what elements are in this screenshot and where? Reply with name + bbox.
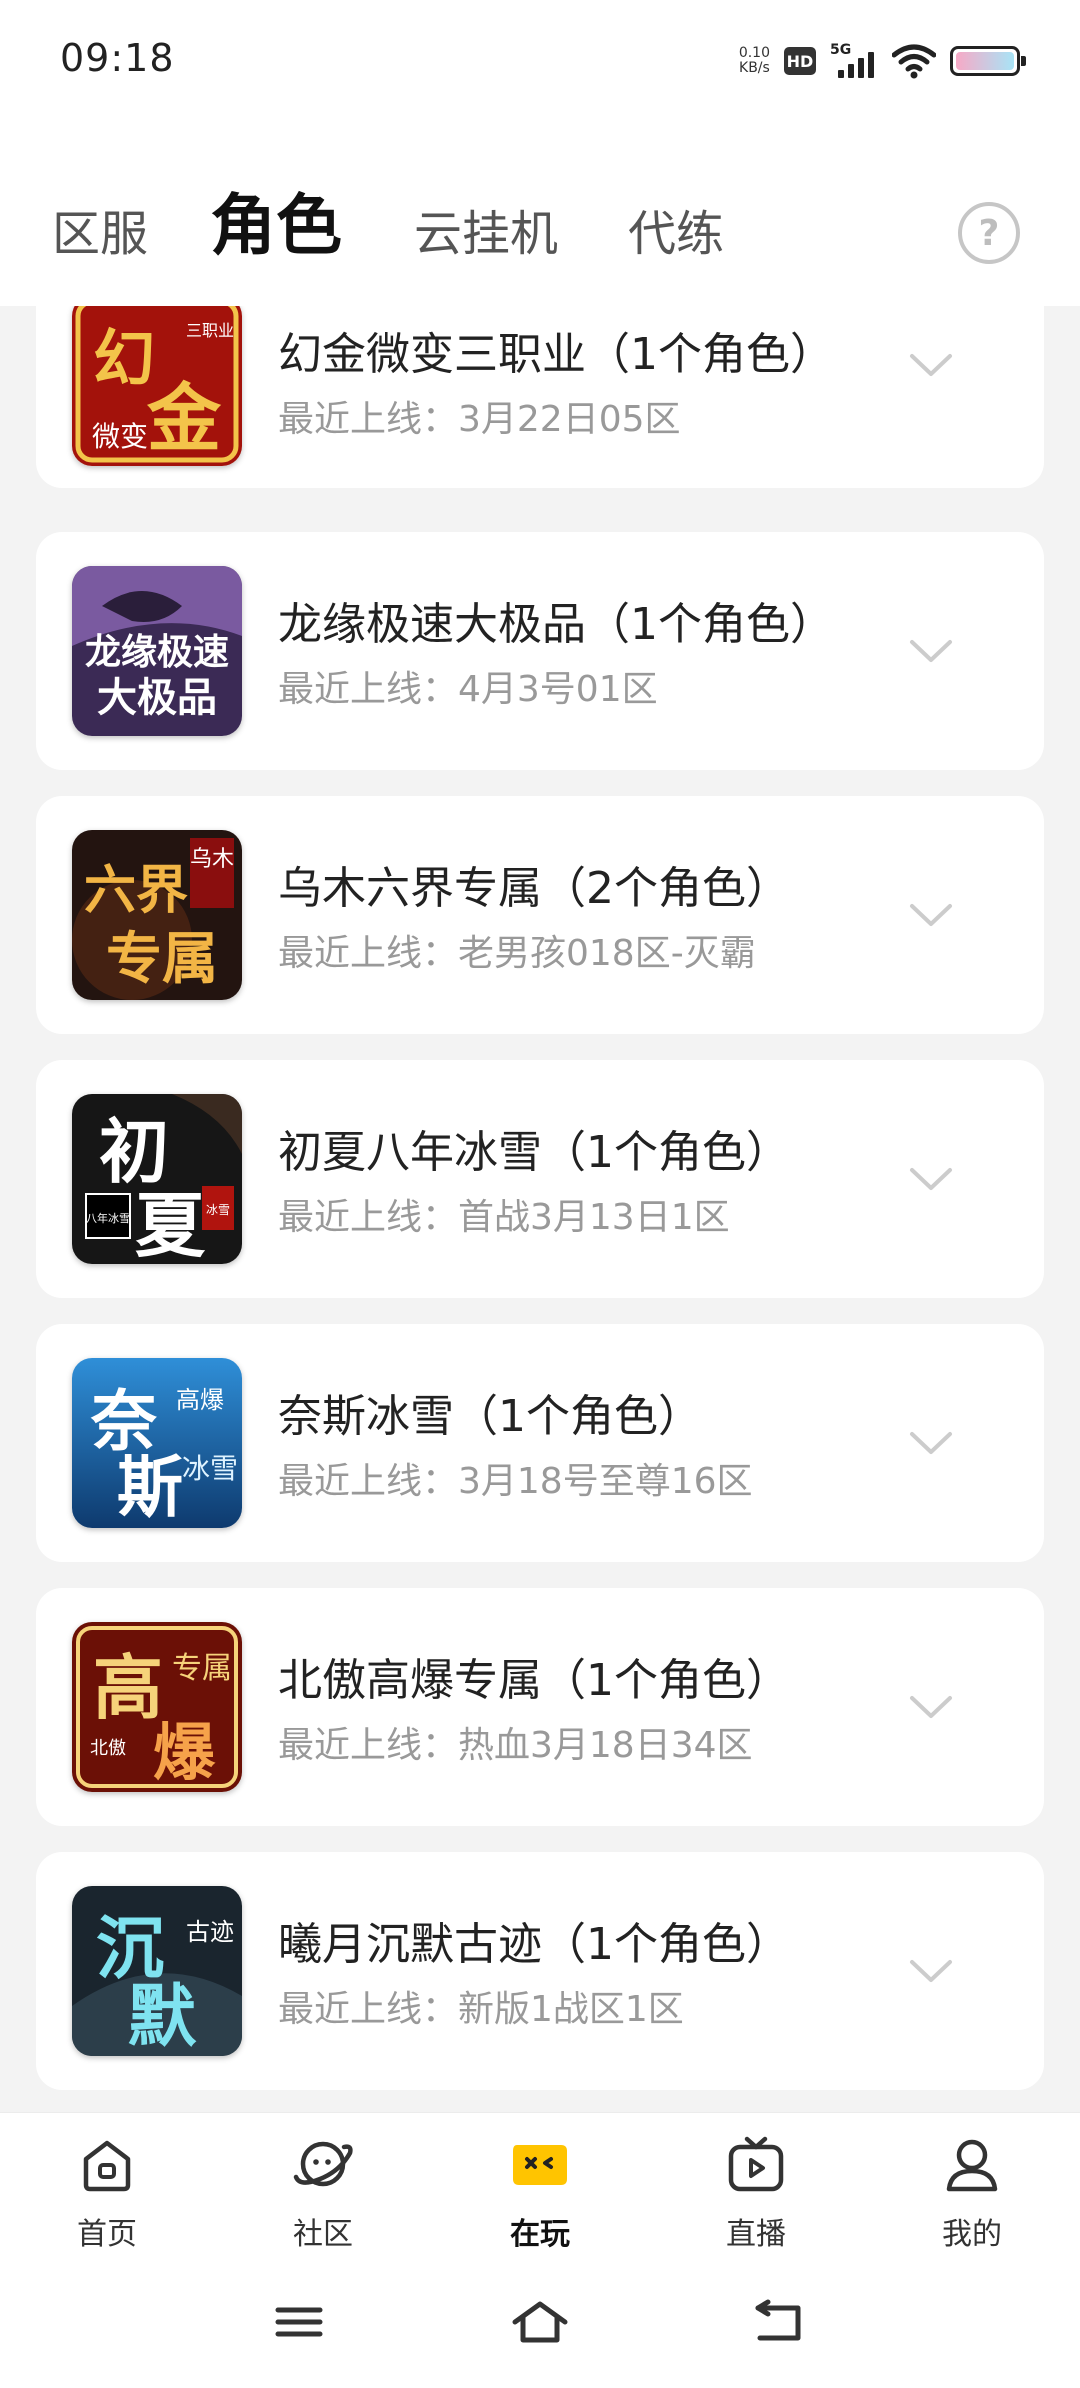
gamepad-icon [513,2145,567,2185]
community-planet-icon [293,2141,353,2187]
game-card[interactable]: 幻 金 三职业 微变 幻金微变三职业（1个角色） 最近上线：3月22日05区 [36,306,1044,488]
net-speed-unit: KB/s [739,60,770,76]
chevron-down-icon[interactable] [908,1428,954,1458]
game-icon-small: 北傲 [90,1738,126,1759]
nav-live[interactable]: 直播 [681,2131,831,2261]
game-icon-small: 冰雪 [206,1203,230,1217]
tv-live-icon [728,2136,784,2192]
home-outline-icon[interactable] [505,2292,575,2352]
game-icon: 奈 斯 高爆 冰雪 [72,1358,242,1528]
game-icon-small: 微变 [92,420,148,453]
nav-mine[interactable]: 我的 [897,2131,1047,2261]
game-card[interactable]: 高 爆 专属 北傲 北傲高爆专属（1个角色） 最近上线：热血3月18日34区 [36,1588,1044,1826]
tab-server[interactable]: 区服 [52,194,148,264]
game-icon-small: 专属 [172,1651,232,1686]
game-icon-char: 大极品 [97,675,217,721]
net-speed: 0.10 KB/s [739,46,770,76]
chevron-down-icon[interactable] [908,350,954,380]
chevron-down-icon[interactable] [908,1956,954,1986]
game-title: 北傲高爆专属（1个角色） [278,1655,790,1706]
chevron-down-icon[interactable] [908,1692,954,1722]
game-icon-char: 斯 [117,1449,183,1526]
chevron-down-icon[interactable] [908,636,954,666]
tab-cloud-idle[interactable]: 云挂机 [414,194,558,264]
game-icon-small: 乌木 [190,847,234,872]
profile-icon [946,2139,998,2192]
nav-mine-label: 我的 [942,2217,1002,2252]
game-icon-char: 专属 [106,927,218,992]
game-last-online: 最近上线：3月18号至尊16区 [278,1461,753,1502]
game-icon-small: 冰雪 [182,1452,238,1485]
game-icon-char: 六界 [84,861,188,921]
game-card[interactable]: 乌木 六界 专属 乌木六界专属（2个角色） 最近上线：老男孩018区-灭霸 [36,796,1044,1034]
game-icon: 初 夏 八年冰雪 冰雪 [72,1094,242,1264]
game-card[interactable]: 沉 默 古迹 曦月沉默古迹（1个角色） 最近上线：新版1战区1区 [36,1852,1044,2090]
game-icon: 龙缘极速 大极品 [72,566,242,736]
game-title: 奈斯冰雪（1个角色） [278,1391,702,1442]
game-icon-char: 爆 [153,1716,216,1789]
battery-icon [950,46,1026,76]
chevron-down-icon[interactable] [908,900,954,930]
network-type-label: 5G [830,42,852,58]
game-icon-small: 三职业 [186,321,234,340]
game-icon-small: 八年冰雪 [86,1211,130,1225]
back-icon[interactable] [744,2292,814,2352]
game-icon-char: 初 [99,1111,169,1193]
hd-icon: HD [784,47,816,75]
nav-live-label: 直播 [726,2217,786,2252]
wifi-icon [892,44,936,79]
tab-boosting[interactable]: 代练 [628,194,724,264]
bottom-nav: 首页 社区 在玩 直播 我的 [0,2112,1080,2268]
game-card[interactable]: 初 夏 八年冰雪 冰雪 初夏八年冰雪（1个角色） 最近上线：首战3月13日1区 [36,1060,1044,1298]
status-bar: 09:18 0.10 KB/s HD 5G [0,0,1080,120]
game-icon: 幻 金 三职业 微变 [72,306,242,466]
game-title: 龙缘极速大极品（1个角色） [278,599,834,650]
game-icon: 乌木 六界 专属 [72,830,242,1000]
home-icon [83,2140,131,2192]
game-last-online: 最近上线：4月3号01区 [278,669,658,710]
nav-playing-label: 在玩 [510,2217,570,2252]
tab-role[interactable]: 角色 [210,172,342,268]
nav-home-label: 首页 [77,2217,137,2252]
chevron-down-icon[interactable] [908,1164,954,1194]
game-last-online: 最近上线：热血3月18日34区 [278,1725,753,1766]
game-last-online: 最近上线：首战3月13日1区 [278,1197,730,1238]
game-icon-small: 高爆 [176,1386,224,1414]
game-last-online: 最近上线：老男孩018区-灭霸 [278,933,756,974]
game-card[interactable]: 龙缘极速 大极品 龙缘极速大极品（1个角色） 最近上线：4月3号01区 [36,532,1044,770]
game-icon-small: 古迹 [186,1918,234,1946]
game-icon-char: 龙缘极速 [85,632,229,673]
nav-home[interactable]: 首页 [32,2131,182,2261]
game-last-online: 最近上线：新版1战区1区 [278,1989,684,2030]
help-button[interactable]: ? [958,202,1020,264]
game-icon: 沉 默 古迹 [72,1886,242,2056]
game-title: 乌木六界专属（2个角色） [278,863,790,914]
nav-playing[interactable]: 在玩 [465,2131,615,2261]
game-card[interactable]: 奈 斯 高爆 冰雪 奈斯冰雪（1个角色） 最近上线：3月18号至尊16区 [36,1324,1044,1562]
top-tab-bar: 区服 角色 云挂机 代练 ? [0,120,1080,306]
net-speed-value: 0.10 [738,45,770,61]
system-nav-bar [0,2268,1080,2388]
app-screen: 09:18 0.10 KB/s HD 5G 区服 角色 云挂机 代练 ? 幻 金… [0,0,1080,2388]
role-list: 幻 金 三职业 微变 幻金微变三职业（1个角色） 最近上线：3月22日05区 龙… [0,306,1080,2112]
signal-5g-icon: 5G [830,42,878,78]
game-title: 初夏八年冰雪（1个角色） [278,1127,790,1178]
game-icon-char: 幻 [93,322,155,395]
game-icon-char: 夏 [135,1185,206,1264]
game-icon-char: 默 [128,1978,197,2056]
status-time: 09:18 [60,36,175,80]
game-title: 曦月沉默古迹（1个角色） [278,1919,790,1970]
game-last-online: 最近上线：3月22日05区 [278,399,681,440]
nav-community-label: 社区 [293,2217,353,2252]
game-icon-char: 金 [147,376,222,462]
nav-community[interactable]: 社区 [248,2131,398,2261]
status-icons: 0.10 KB/s HD 5G [739,38,1026,84]
game-title: 幻金微变三职业（1个角色） [278,329,834,380]
menu-icon[interactable] [264,2292,334,2352]
game-icon: 高 爆 专属 北傲 [72,1622,242,1792]
